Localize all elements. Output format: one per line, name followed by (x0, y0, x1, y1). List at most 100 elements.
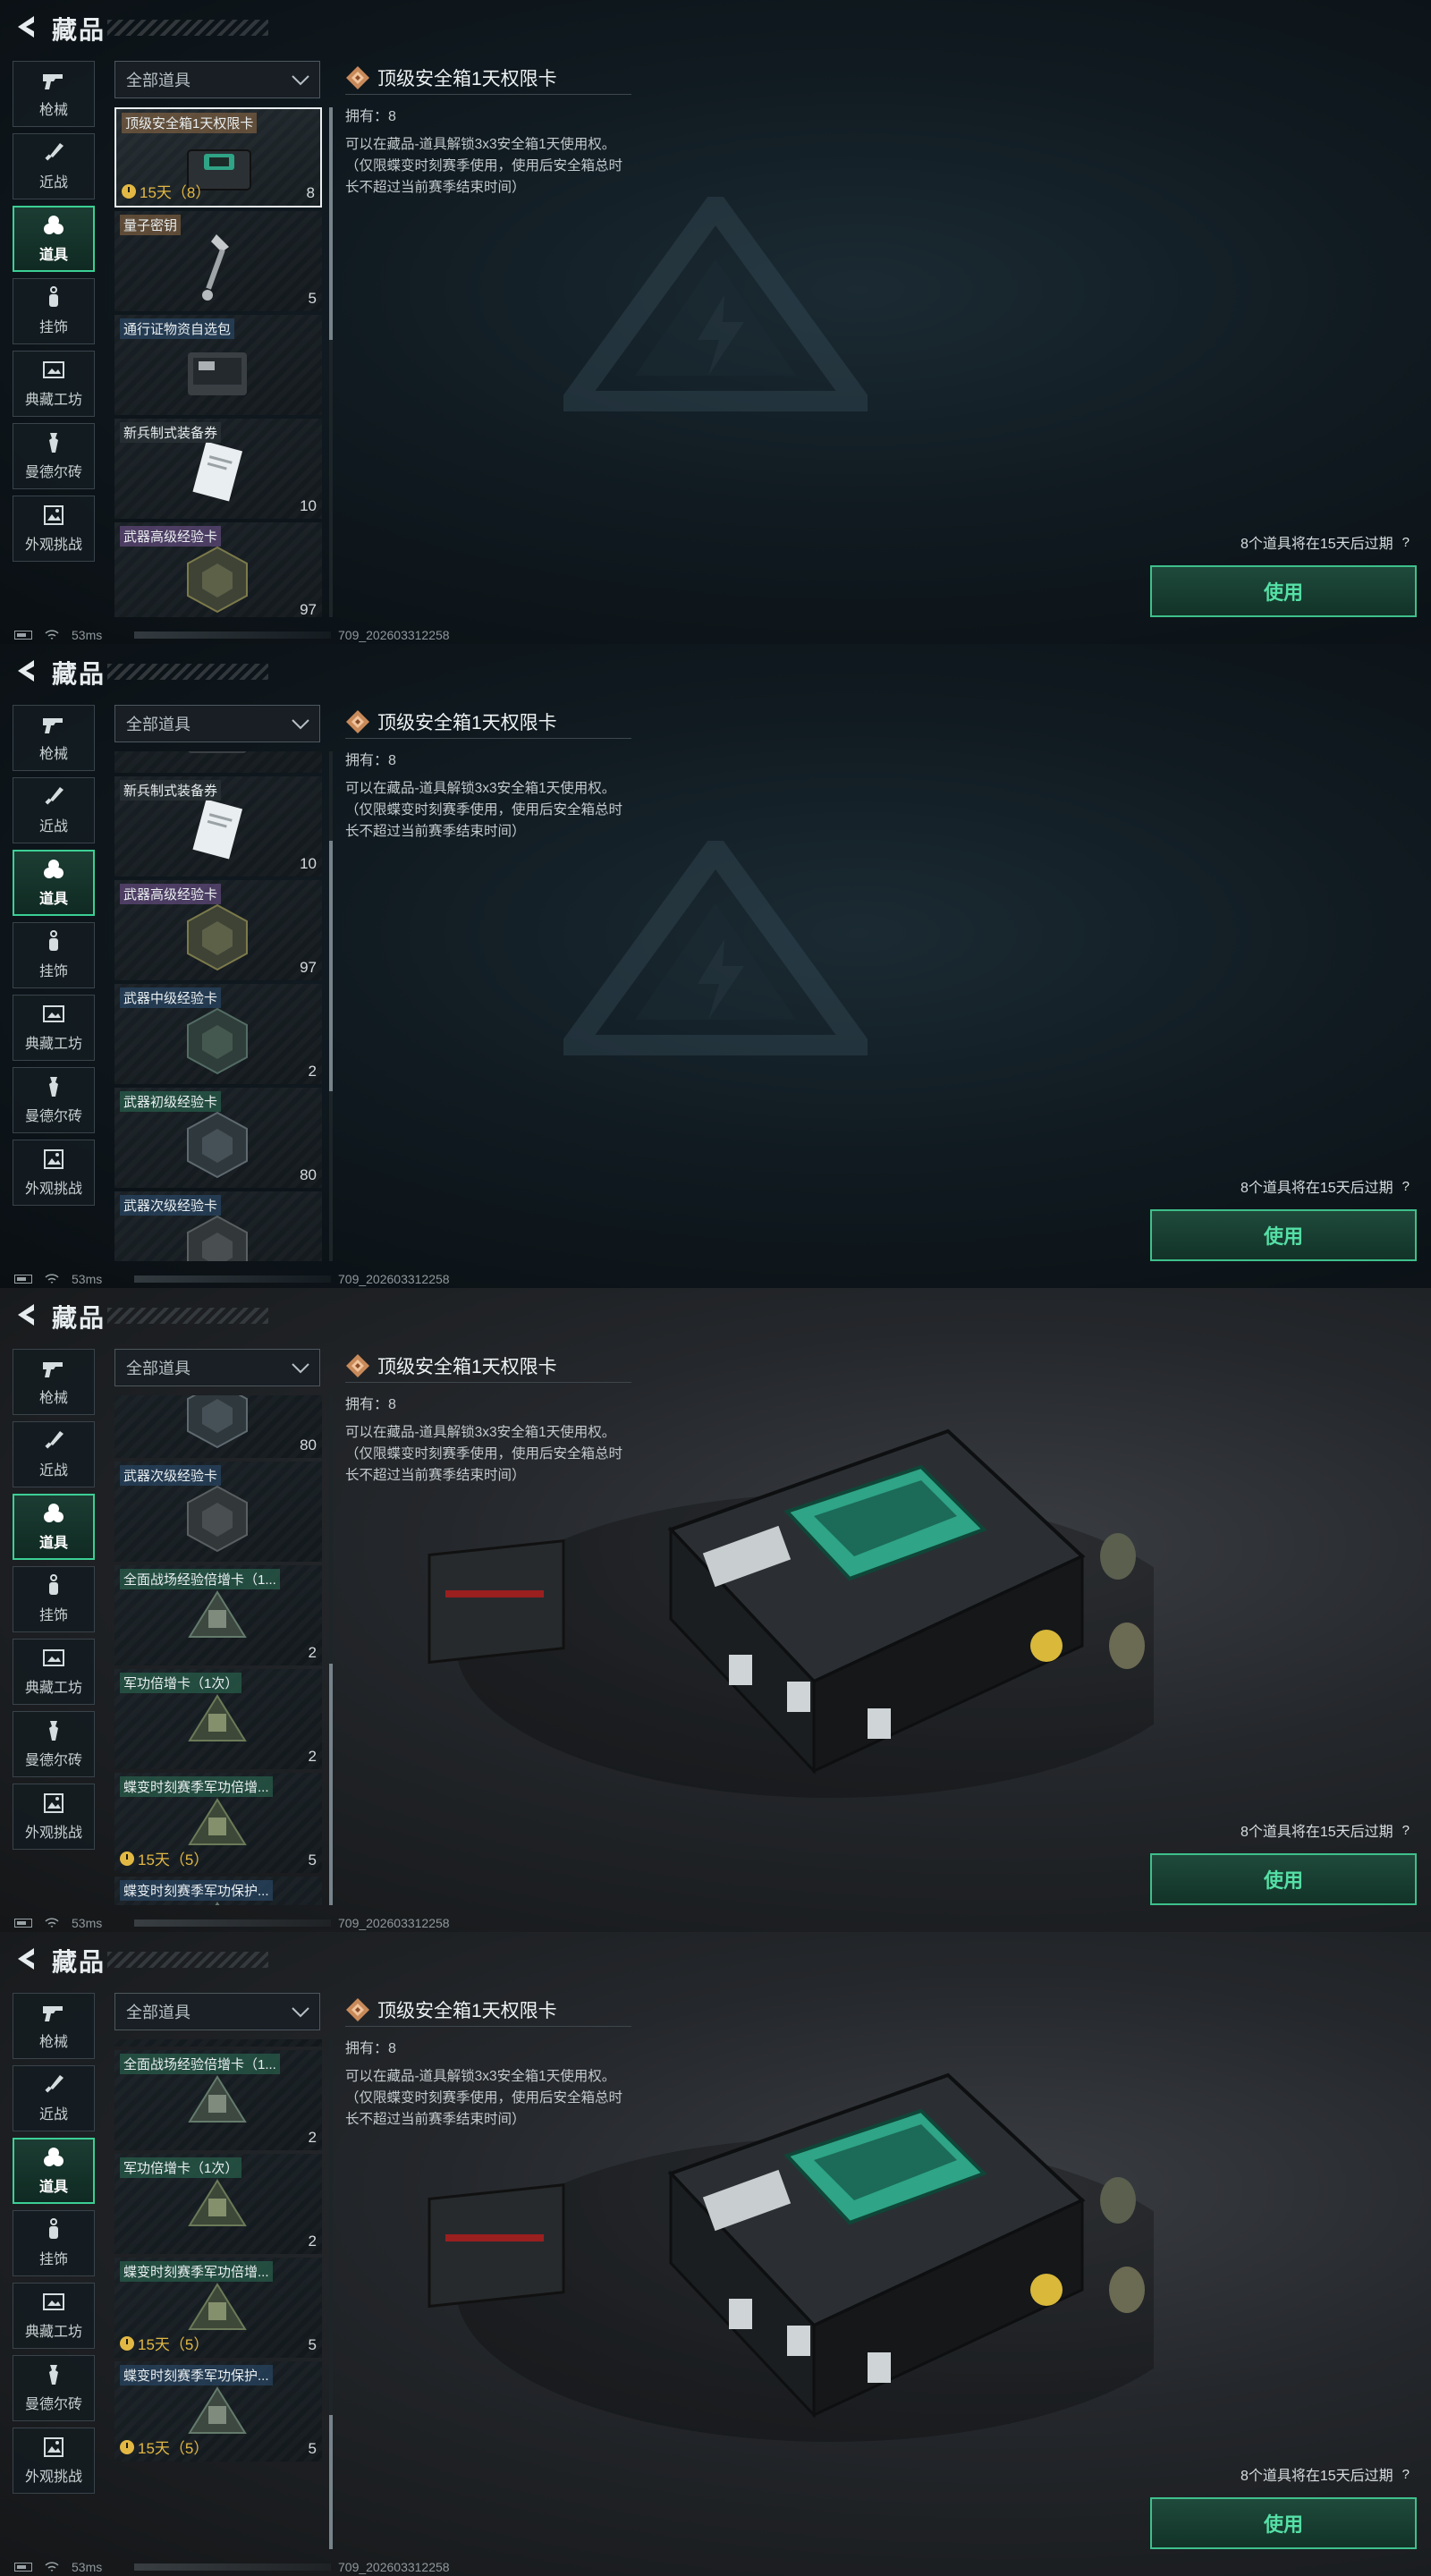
nav-item-workshop[interactable]: 典藏工坊 (13, 2283, 95, 2349)
nav-item-workshop[interactable]: 典藏工坊 (13, 351, 95, 417)
item-card-season_protect[interactable]: 蝶变时刻赛季军功保护...15天（5）5 (114, 2361, 322, 2462)
workshop-icon (40, 2291, 67, 2314)
item-card-season_merit[interactable]: 蝶变时刻赛季军功倍增... 15天（5） 5 (114, 1773, 322, 1873)
nav-item-workshop[interactable]: 典藏工坊 (13, 1639, 95, 1705)
item-card-topcard[interactable]: 顶级安全箱1天权限卡 15天（8） 8 (114, 107, 322, 208)
mandel-brick-icon (40, 2363, 67, 2386)
item-card-pass[interactable]: 通行证物资自选包 (114, 751, 322, 773)
scrollbar-thumb[interactable] (329, 1664, 333, 1905)
item-card-season_merit[interactable]: 蝶变时刻赛季军功倍增... 15天（5） 5 (114, 2258, 322, 2358)
pistol-icon (40, 1357, 67, 1380)
item-filter-dropdown[interactable]: 全部道具 (114, 61, 320, 98)
nav-item-knife[interactable]: 近战 (13, 1421, 95, 1487)
nav-item-workshop[interactable]: 典藏工坊 (13, 995, 95, 1061)
collection-screen: 藏品枪械近战道具挂饰典藏工坊曼德尔砖外观挑战 全部道具武器初级经验卡80 武器次级经… (0, 1288, 1431, 1932)
help-icon[interactable]: ? (1402, 535, 1410, 550)
back-arrow-icon[interactable] (14, 1946, 38, 1971)
item-list-scrollbar[interactable] (329, 751, 333, 1261)
help-icon[interactable]: ? (1402, 1179, 1410, 1194)
header: 藏品 (0, 0, 376, 54)
nav-item-charm[interactable]: 挂饰 (13, 278, 95, 344)
item-card-field_exp[interactable]: 全面战场经验倍增卡（1... 2 (114, 1565, 322, 1665)
nav-item-items[interactable]: 道具 (13, 206, 95, 272)
wifi-icon (45, 630, 59, 640)
item-list[interactable]: 武器初级经验卡80 武器次级经验卡全面战场经验倍增卡（1...2军功倍增卡（1次）… (114, 1395, 322, 1905)
item-card-quantum[interactable]: 量子密钥 5 (114, 211, 322, 311)
expiry-timer: 15天（5） (120, 2332, 208, 2354)
help-icon[interactable]: ? (1402, 2467, 1410, 2482)
filter-selected-value: 全部道具 (126, 72, 191, 89)
item-list[interactable]: 顶级安全箱1天权限卡 15天（8） 8 量子密钥 5 通行证物资自选包 新兵制式装备券 10 武… (114, 107, 322, 617)
nav-item-mandel-brick[interactable]: 曼德尔砖 (13, 1067, 95, 1133)
nav-item-mandel-brick[interactable]: 曼德尔砖 (13, 2355, 95, 2421)
item-card-w_mid[interactable]: 武器中级经验卡 2 (114, 984, 322, 1084)
use-button[interactable]: 使用 (1150, 2497, 1417, 2549)
help-icon[interactable]: ? (1402, 1823, 1410, 1838)
scrollbar-thumb[interactable] (329, 107, 333, 340)
item-card-w_sub[interactable]: 武器次级经验卡 (114, 2039, 322, 2046)
item-name: 量子密钥 (120, 215, 182, 235)
item-filter-dropdown[interactable]: 全部道具 (114, 1993, 320, 2030)
nav-item-appearance-challenge[interactable]: 外观挑战 (13, 2428, 95, 2494)
back-arrow-icon[interactable] (14, 658, 38, 683)
item-card-w_high[interactable]: 武器高级经验卡 97 (114, 522, 322, 617)
item-filter-dropdown[interactable]: 全部道具 (114, 1349, 320, 1386)
item-name: 武器次级经验卡 (120, 1465, 222, 1486)
nav-item-appearance-challenge[interactable]: 外观挑战 (13, 496, 95, 562)
nav-item-appearance-challenge[interactable]: 外观挑战 (13, 1140, 95, 1206)
nav-item-charm[interactable]: 挂饰 (13, 2210, 95, 2276)
back-arrow-icon[interactable] (14, 1302, 38, 1327)
item-card-merit[interactable]: 军功倍增卡（1次） 2 (114, 1669, 322, 1769)
nav-item-knife[interactable]: 近战 (13, 777, 95, 843)
appearance-challenge-icon (40, 2436, 67, 2459)
use-button[interactable]: 使用 (1150, 1209, 1417, 1261)
item-list[interactable]: 武器次级经验卡全面战场经验倍增卡（1... 2 军功倍增卡（1次） 2 蝶变时刻赛季军功… (114, 2039, 322, 2549)
battery-icon (14, 1919, 32, 1928)
item-list-scrollbar[interactable] (329, 1395, 333, 1905)
nav-item-knife[interactable]: 近战 (13, 2065, 95, 2131)
back-arrow-icon[interactable] (14, 14, 38, 39)
item-card-w_high[interactable]: 武器高级经验卡 97 (114, 880, 322, 980)
item-card-w_low[interactable]: 武器初级经验卡80 (114, 1395, 322, 1458)
scrollbar-thumb[interactable] (329, 2415, 333, 2549)
item-list[interactable]: 通行证物资自选包新兵制式装备券 10 武器高级经验卡 97 武器中级经验卡 2 武器初级经验… (114, 751, 322, 1261)
nav-item-items[interactable]: 道具 (13, 1494, 95, 1560)
nav-item-mandel-brick[interactable]: 曼德尔砖 (13, 1711, 95, 1777)
use-button[interactable]: 使用 (1150, 1853, 1417, 1905)
scrollbar-thumb[interactable] (329, 841, 333, 1091)
status-bar: 53ms 709_202603312258 (0, 1270, 1431, 1288)
item-card-field_exp[interactable]: 全面战场经验倍增卡（1... 2 (114, 2050, 322, 2150)
expiry-timer: 15天（5） (120, 1847, 208, 1869)
item-card-recruit[interactable]: 新兵制式装备券 10 (114, 776, 322, 877)
nav-item-pistol[interactable]: 枪械 (13, 1349, 95, 1415)
expiry-notice: 8个道具将在15天后过期? (1240, 2463, 1410, 2485)
nav-item-appearance-challenge[interactable]: 外观挑战 (13, 1784, 95, 1850)
item-card-season_protect[interactable]: 蝶变时刻赛季军功保护...15天（5）5 (114, 1877, 322, 1905)
item-card-recruit[interactable]: 新兵制式装备券 10 (114, 419, 322, 519)
nav-item-knife[interactable]: 近战 (13, 133, 95, 199)
nav-item-pistol[interactable]: 枪械 (13, 61, 95, 127)
use-button[interactable]: 使用 (1150, 565, 1417, 617)
item-card-w_sub[interactable]: 武器次级经验卡 (114, 1462, 322, 1562)
detail-title: 顶级安全箱1天权限卡 (377, 2000, 557, 2021)
item-list-scrollbar[interactable] (329, 2039, 333, 2549)
item-thumbnail (177, 229, 258, 308)
item-filter-dropdown[interactable]: 全部道具 (114, 705, 320, 742)
nav-item-pistol[interactable]: 枪械 (13, 1993, 95, 2059)
page-title: 藏品 (52, 660, 106, 688)
nav-item-items[interactable]: 道具 (13, 850, 95, 916)
item-card-merit[interactable]: 军功倍增卡（1次） 2 (114, 2154, 322, 2254)
item-quantity: 97 (300, 601, 317, 617)
item-list-scrollbar[interactable] (329, 107, 333, 617)
nav-item-items[interactable]: 道具 (13, 2138, 95, 2204)
nav-item-label: 挂饰 (38, 320, 68, 335)
item-card-pass[interactable]: 通行证物资自选包 (114, 315, 322, 415)
item-card-w_sub[interactable]: 武器次级经验卡 (114, 1191, 322, 1261)
item-name: 武器初级经验卡 (120, 1091, 222, 1112)
nav-item-charm[interactable]: 挂饰 (13, 922, 95, 988)
nav-item-mandel-brick[interactable]: 曼德尔砖 (13, 423, 95, 489)
item-card-w_low[interactable]: 武器初级经验卡80 (114, 1088, 322, 1188)
nav-item-label: 曼德尔砖 (24, 1753, 82, 1768)
nav-item-charm[interactable]: 挂饰 (13, 1566, 95, 1632)
nav-item-pistol[interactable]: 枪械 (13, 705, 95, 771)
